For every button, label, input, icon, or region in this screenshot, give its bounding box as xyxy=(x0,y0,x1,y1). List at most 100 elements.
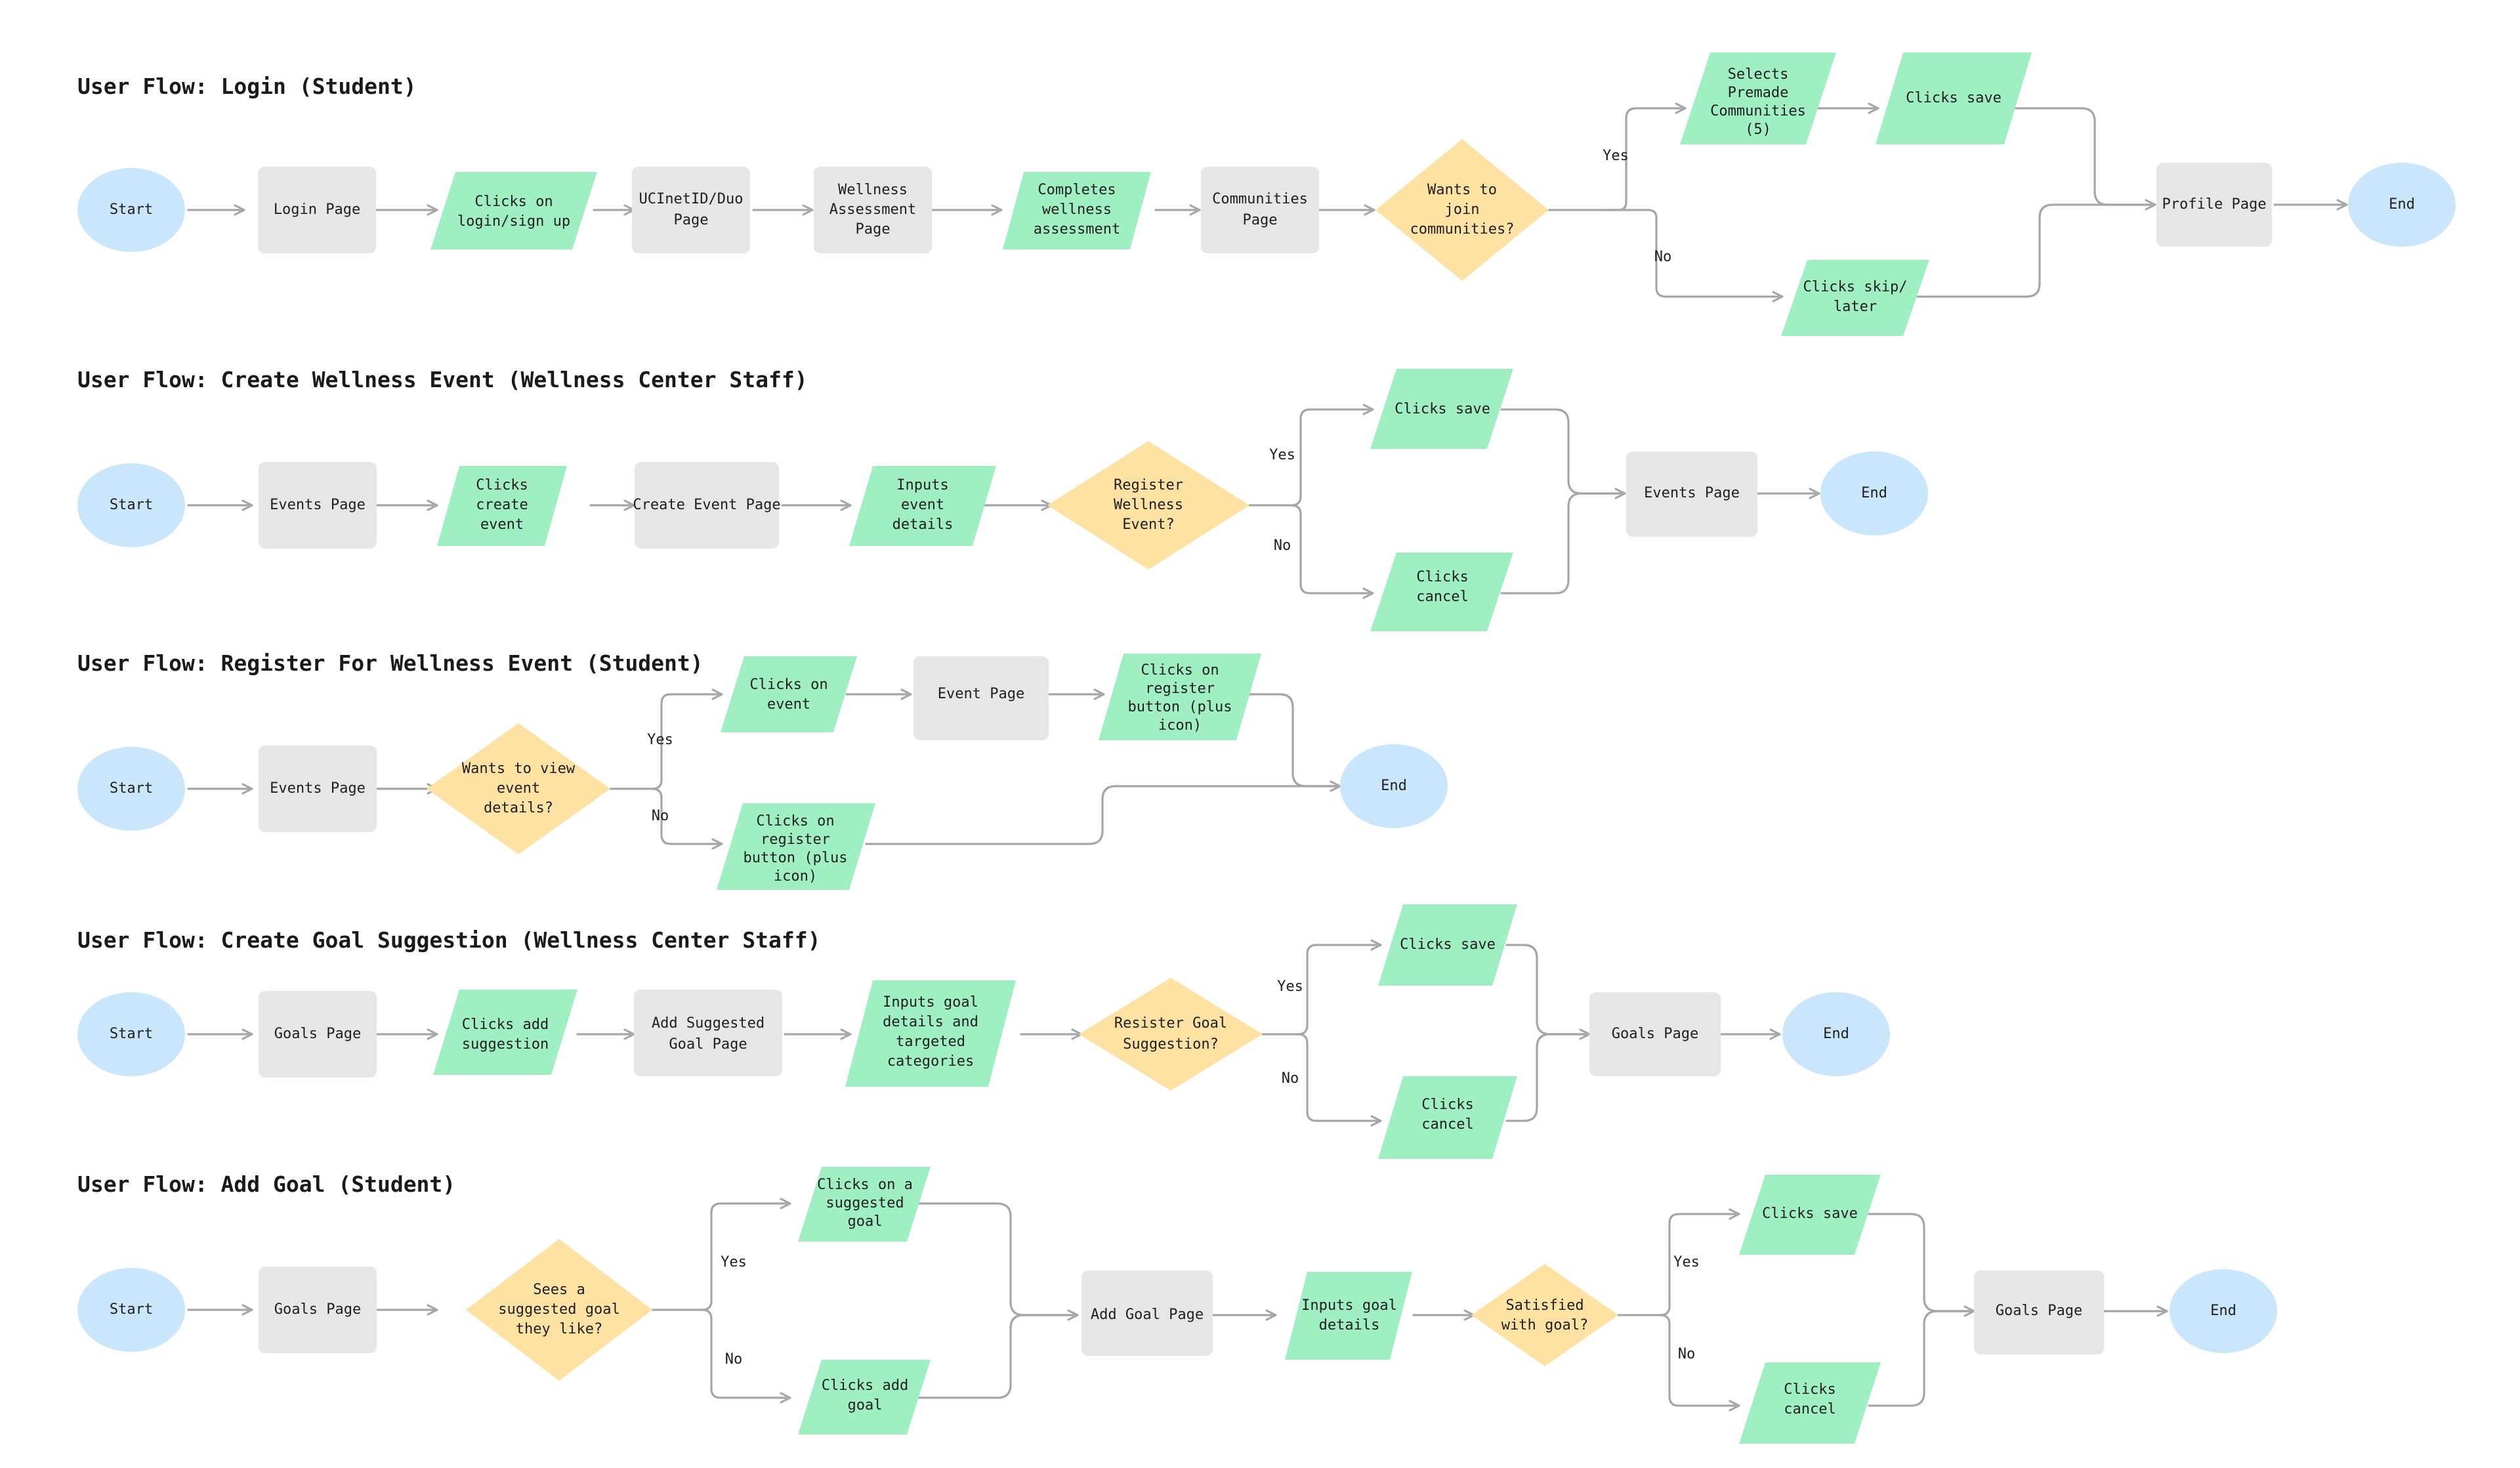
node-clicks-add-suggestion[interactable]: Clicks add suggestion xyxy=(433,990,578,1075)
node-end[interactable]: End xyxy=(1340,744,1448,828)
node-events-page-2[interactable]: Events Page xyxy=(1626,451,1757,537)
node-add-goal-page[interactable]: Add Goal Page xyxy=(1082,1270,1213,1356)
node-label: Clicks on xyxy=(749,677,828,693)
node-label: End xyxy=(1381,778,1407,794)
node-label: Clicks add xyxy=(462,1017,549,1033)
node-label: Wellness xyxy=(1114,497,1183,513)
node-label: Satisfied xyxy=(1505,1297,1584,1314)
node-clicks-register-button-bottom[interactable]: Clicks on register button (plus icon) xyxy=(717,803,875,890)
node-label: Events Page xyxy=(270,780,366,797)
node-event-page[interactable]: Event Page xyxy=(914,656,1049,740)
node-end[interactable]: End xyxy=(1820,451,1928,535)
node-label: Selects xyxy=(1728,66,1789,83)
node-start[interactable]: Start xyxy=(77,1268,185,1352)
connectors xyxy=(187,404,1820,599)
node-communities-page[interactable]: Communities Page xyxy=(1201,167,1319,253)
node-label: with goal? xyxy=(1502,1317,1588,1333)
node-completes-wellness-assessment[interactable]: Completes wellness assessment xyxy=(1003,172,1151,249)
node-decision-sees-suggested-goal[interactable]: Sees a suggested goal they like? xyxy=(466,1239,652,1381)
node-label: Goals Page xyxy=(274,1301,361,1318)
node-label: End xyxy=(1861,485,1887,501)
node-clicks-on-event[interactable]: Clicks on event xyxy=(721,656,857,732)
flowchart-canvas: User Flow: Login (Student) Start Login P… xyxy=(0,0,2520,1468)
node-label: Clicks save xyxy=(1906,90,2002,106)
node-label: Page xyxy=(674,212,709,228)
node-label: Profile Page xyxy=(2162,196,2267,213)
node-label: Goals Page xyxy=(274,1026,361,1042)
node-create-event-page[interactable]: Create Event Page xyxy=(633,462,781,549)
edge-label-no: No xyxy=(652,808,669,824)
node-selects-premade-communities[interactable]: Selects Premade Communities (5) xyxy=(1680,52,1836,144)
node-profile-page[interactable]: Profile Page xyxy=(2156,163,2272,247)
node-clicks-add-goal[interactable]: Clicks add goal xyxy=(798,1360,931,1435)
node-label: icon) xyxy=(1158,717,1202,734)
node-label: details xyxy=(892,516,954,533)
node-label: event xyxy=(901,497,944,513)
node-label: Clicks xyxy=(1784,1381,1836,1398)
node-label: Start xyxy=(110,497,153,513)
flow-register-wellness-event: User Flow: Register For Wellness Event (… xyxy=(77,650,1448,890)
node-decision-resister-goal-suggestion[interactable]: Resister Goal Suggestion? xyxy=(1079,978,1263,1091)
node-events-page[interactable]: Events Page xyxy=(259,745,377,832)
node-label: assessment xyxy=(1034,221,1120,238)
flow-login-student: User Flow: Login (Student) Start Login P… xyxy=(77,52,2456,336)
node-goals-page-2[interactable]: Goals Page xyxy=(1589,992,1721,1076)
node-inputs-event-details[interactable]: Inputs event details xyxy=(849,466,996,546)
node-label: Assessment xyxy=(830,201,916,218)
node-start[interactable]: Start xyxy=(77,168,185,252)
node-goals-page[interactable]: Goals Page xyxy=(259,1267,377,1353)
node-label: cancel xyxy=(1784,1401,1836,1417)
node-decision-satisfied-with-goal[interactable]: Satisfied with goal? xyxy=(1471,1264,1618,1366)
node-decision-wants-view-event-details[interactable]: Wants to view event details? xyxy=(427,723,610,854)
node-inputs-goal-details[interactable]: Inputs goal details xyxy=(1285,1272,1412,1360)
node-decision-wants-join-communities[interactable]: Wants to join communities? xyxy=(1376,139,1549,281)
flow-title: User Flow: Create Goal Suggestion (Welln… xyxy=(77,927,820,953)
node-goals-page-2[interactable]: Goals Page xyxy=(1974,1270,2104,1354)
node-label: Communities xyxy=(1710,103,1806,119)
node-start[interactable]: Start xyxy=(77,463,185,547)
node-end[interactable]: End xyxy=(2348,163,2456,247)
node-wellness-assessment-page[interactable]: Wellness Assessment Page xyxy=(814,167,932,253)
node-label: Clicks save xyxy=(1762,1206,1858,1222)
node-label: Login Page xyxy=(274,201,360,218)
node-decision-register-wellness-event[interactable]: Register Wellness Event? xyxy=(1047,441,1250,570)
node-clicks-skip-later[interactable]: Clicks skip/ later xyxy=(1781,260,1929,336)
node-label: Inputs xyxy=(896,477,948,493)
edge-label-yes: Yes xyxy=(721,1254,747,1270)
node-clicks-register-button-top[interactable]: Clicks on register button (plus icon) xyxy=(1099,654,1261,740)
node-label: Page xyxy=(856,221,891,238)
edge-label-no: No xyxy=(1282,1070,1299,1087)
node-label: Clicks xyxy=(476,477,528,493)
node-clicks-save[interactable]: Clicks save xyxy=(1370,369,1513,449)
node-clicks-save[interactable]: Clicks save xyxy=(1739,1175,1881,1255)
node-clicks-create-event[interactable]: Clicks create event xyxy=(437,466,567,546)
node-label: Create Event Page xyxy=(633,497,780,513)
node-label: Clicks xyxy=(1421,1097,1473,1113)
node-login-page[interactable]: Login Page xyxy=(258,167,376,253)
node-clicks-cancel[interactable]: Clicks cancel xyxy=(1739,1362,1881,1444)
node-start[interactable]: Start xyxy=(77,992,185,1076)
node-label: Start xyxy=(110,201,153,218)
node-clicks-cancel[interactable]: Clicks cancel xyxy=(1378,1076,1517,1159)
node-label: Communities xyxy=(1212,191,1308,207)
node-clicks-save[interactable]: Clicks save xyxy=(1378,904,1517,986)
node-start[interactable]: Start xyxy=(77,747,185,831)
node-events-page[interactable]: Events Page xyxy=(259,462,377,549)
node-label: event xyxy=(767,696,810,713)
user-flow-diagram-svg: User Flow: Login (Student) Start Login P… xyxy=(77,52,2456,1444)
node-goals-page[interactable]: Goals Page xyxy=(259,991,377,1078)
node-ucinetid-duo-page[interactable]: UCInetID/Duo Page xyxy=(632,167,750,253)
node-label: Premade xyxy=(1728,85,1789,101)
node-add-suggested-goal-page[interactable]: Add Suggested Goal Page xyxy=(634,990,782,1076)
node-inputs-goal-details-categories[interactable]: Inputs goal details and targeted categor… xyxy=(845,980,1016,1087)
node-end[interactable]: End xyxy=(2170,1269,2277,1353)
node-label: Page xyxy=(1243,212,1278,228)
flow-title: User Flow: Register For Wellness Event (… xyxy=(77,650,704,676)
node-clicks-save[interactable]: Clicks save xyxy=(1876,52,2032,144)
node-clicks-suggested-goal[interactable]: Clicks on a suggested goal xyxy=(798,1167,931,1242)
node-clicks-cancel[interactable]: Clicks cancel xyxy=(1370,553,1513,631)
node-end[interactable]: End xyxy=(1782,992,1890,1076)
node-label: Event Page xyxy=(938,686,1024,702)
node-clicks-login-signup[interactable]: Clicks on login/sign up xyxy=(430,172,597,249)
node-label: register xyxy=(761,831,830,848)
